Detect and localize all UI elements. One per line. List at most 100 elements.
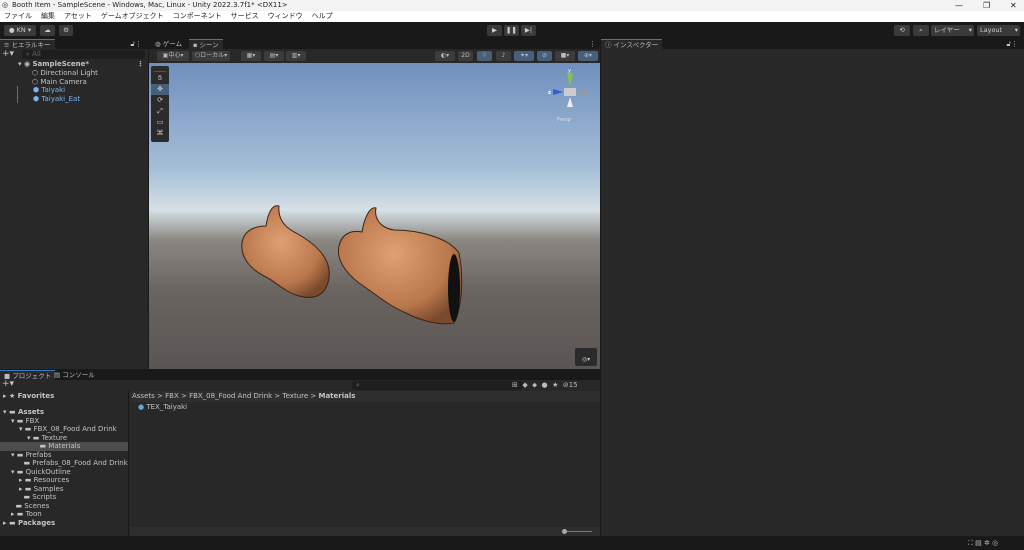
asset-item[interactable]: ● TEX_Taiyaki — [138, 403, 187, 412]
snap-increment-dropdown[interactable]: ▤▾ — [264, 51, 284, 61]
more-icon[interactable]: ⋮ — [589, 40, 596, 48]
taiyaki-model[interactable] — [241, 205, 330, 298]
x-axis-arrow[interactable] — [577, 89, 587, 95]
overlay-handle[interactable] — [154, 67, 166, 72]
project-tree-item[interactable]: ▾ ▬ QuickOutline — [0, 468, 128, 477]
project-tree-item[interactable]: ▬ Materials — [0, 442, 128, 451]
scene-viewport[interactable]: ✋︎ ✥ ⟳ ⤢ ▭ ⌘ y z Persp ◎▾ — [149, 63, 600, 369]
scene-root[interactable]: ▾ ◉ SampleScene* ⋮ — [0, 60, 148, 69]
breadcrumb-item[interactable]: FBX — [165, 392, 179, 400]
effects-dropdown[interactable]: ✦▾ — [514, 51, 534, 61]
camera-overlay[interactable]: ◎▾ — [575, 348, 597, 366]
tab-hierarchy[interactable]: ≡ ヒエラルキー — [0, 39, 55, 49]
breadcrumb-item[interactable]: Texture — [283, 392, 309, 400]
menu-edit[interactable]: 編集 — [41, 12, 55, 20]
project-search-input[interactable]: ⌕ — [352, 381, 522, 390]
z-axis-arrow[interactable] — [553, 89, 563, 95]
search-icon[interactable]: ⌕ — [913, 25, 929, 36]
scale-tool-icon[interactable]: ⤢ — [151, 106, 169, 117]
projection-label[interactable]: Persp — [557, 117, 571, 123]
minimize-button[interactable]: — — [955, 0, 963, 11]
play-button[interactable]: ▶ — [487, 25, 502, 36]
cache-icon[interactable]: ▤ — [975, 539, 982, 547]
project-tree-item[interactable]: ▸ ▬ Samples — [0, 485, 128, 494]
project-tree-item[interactable]: ▾ ▬ Prefabs — [0, 451, 128, 460]
tab-scene[interactable]: ▪ シーン — [189, 39, 223, 49]
project-tree-item[interactable]: ▸ ▬ Packages — [0, 519, 128, 528]
audio-toggle[interactable]: ♪ — [496, 51, 511, 61]
pivot-dropdown[interactable]: ▣中心▾ — [157, 51, 189, 61]
project-tree-item[interactable]: ▾ ▬ FBX — [0, 417, 128, 426]
warning-icon[interactable]: ● — [542, 381, 548, 389]
tab-game[interactable]: ◍ ゲーム — [151, 39, 186, 49]
hierarchy-item[interactable]: ⬡ Directional Light — [0, 69, 148, 78]
layout-dropdown[interactable]: Layout ▾ — [977, 25, 1020, 36]
breadcrumb-item[interactable]: Assets — [132, 392, 155, 400]
search-by-label-icon[interactable]: ◆ — [522, 381, 527, 389]
maximize-button[interactable]: ❐ — [983, 0, 990, 11]
visibility-toggle[interactable]: ⊘ — [537, 51, 552, 61]
project-tree-item[interactable]: ▾ ▬ FBX_08_Food And Drink — [0, 425, 128, 434]
history-icon[interactable]: ⟲ — [894, 25, 910, 36]
project-tree-item[interactable]: ▸ ▬ Resources — [0, 476, 128, 485]
transform-tool-icon[interactable]: ⌘ — [151, 128, 169, 139]
layers-dropdown[interactable]: レイヤー ▾ — [931, 25, 974, 36]
orientation-gizmo[interactable]: y z Persp — [539, 65, 599, 125]
hidden-packages-icon[interactable]: ⊘15 — [563, 381, 578, 389]
favorites-item[interactable]: ▸ ★ Favorites — [0, 392, 128, 401]
hand-tool-icon[interactable]: ✋︎ — [151, 73, 169, 84]
hierarchy-item[interactable]: ⬢ Taiyaki — [17, 86, 148, 95]
inspector-lock-icon[interactable]: 🔓︎⋮ — [1006, 40, 1018, 49]
project-tree-item[interactable]: ▾ ▬ Assets — [0, 408, 128, 417]
menu-gameobject[interactable]: ゲームオブジェクト — [101, 12, 164, 20]
taiyaki-models[interactable] — [234, 198, 474, 333]
progress-icon[interactable]: ⛶ — [968, 539, 973, 547]
hierarchy-item[interactable]: ⬡ Main Camera — [0, 78, 148, 87]
add-button[interactable]: +▾ — [2, 50, 14, 59]
collab-icon[interactable]: ⚙ — [59, 25, 73, 36]
cloud-icon[interactable]: ☁ — [40, 25, 55, 36]
breadcrumb-item[interactable]: FBX_08_Food And Drink — [189, 392, 272, 400]
hierarchy-item[interactable]: ⬢ Taiyaki_Eat — [17, 94, 148, 103]
step-button[interactable]: ▶| — [521, 25, 536, 36]
menu-assets[interactable]: アセット — [64, 12, 92, 20]
slider-handle[interactable] — [562, 529, 567, 534]
tab-inspector[interactable]: ⓘ インスペクター — [601, 39, 663, 49]
tag-icon[interactable]: ⬥ — [532, 381, 537, 389]
menu-services[interactable]: サービス — [231, 12, 259, 20]
hierarchy-search-input[interactable]: ⌕ All — [22, 50, 145, 59]
project-tree-item[interactable]: ▬ Scenes — [0, 502, 128, 511]
2d-toggle[interactable]: 2D — [458, 51, 473, 61]
draw-mode-dropdown[interactable]: ◐▾ — [435, 51, 455, 61]
rotate-tool-icon[interactable]: ⟳ — [151, 95, 169, 106]
create-button[interactable]: +▾ — [2, 380, 14, 389]
y-axis-arrow[interactable] — [567, 73, 573, 87]
neg-y-arrow[interactable] — [567, 97, 573, 107]
space-dropdown[interactable]: ⬡ローカル▾ — [192, 51, 230, 61]
account-button[interactable]: ● KN ▾ — [4, 25, 36, 36]
camera-dropdown[interactable]: ■▾ — [555, 51, 575, 61]
rect-tool-icon[interactable]: ▭ — [151, 117, 169, 128]
gizmo-center[interactable] — [564, 88, 576, 96]
project-tree-item[interactable]: ▬ Prefabs_08_Food And Drink — [0, 459, 128, 468]
overlay-dropdown[interactable]: ▥▾ — [286, 51, 306, 61]
pause-button[interactable]: ❚❚ — [504, 25, 519, 36]
menu-component[interactable]: コンポーネント — [173, 12, 222, 20]
taiyaki-eat-model[interactable] — [337, 207, 463, 325]
lighting-toggle[interactable]: 💡︎ — [477, 51, 492, 61]
project-tree-item[interactable]: ▸ ▬ Toon — [0, 510, 128, 519]
gizmos-dropdown[interactable]: ⊕▾ — [578, 51, 598, 61]
project-tree-item[interactable]: ▾ ▬ Texture — [0, 434, 128, 443]
project-tree-item[interactable]: ▬ Scripts — [0, 493, 128, 502]
menu-help[interactable]: ヘルプ — [312, 12, 333, 20]
menu-window[interactable]: ウィンドウ — [268, 12, 303, 20]
search-by-type-icon[interactable]: ⊞ — [512, 381, 518, 389]
tab-console[interactable]: ▤ コンソール — [50, 370, 99, 380]
lock-icon[interactable]: 🔓︎⋮ — [130, 40, 142, 49]
menu-file[interactable]: ファイル — [4, 12, 32, 20]
close-button[interactable]: ✕ — [1010, 0, 1017, 11]
move-tool-icon[interactable]: ✥ — [151, 84, 169, 95]
auto-generate-icon[interactable]: ◎ — [992, 539, 998, 547]
favorite-star-icon[interactable]: ★ — [552, 381, 558, 389]
grid-snap-dropdown[interactable]: ▦▾ — [241, 51, 261, 61]
